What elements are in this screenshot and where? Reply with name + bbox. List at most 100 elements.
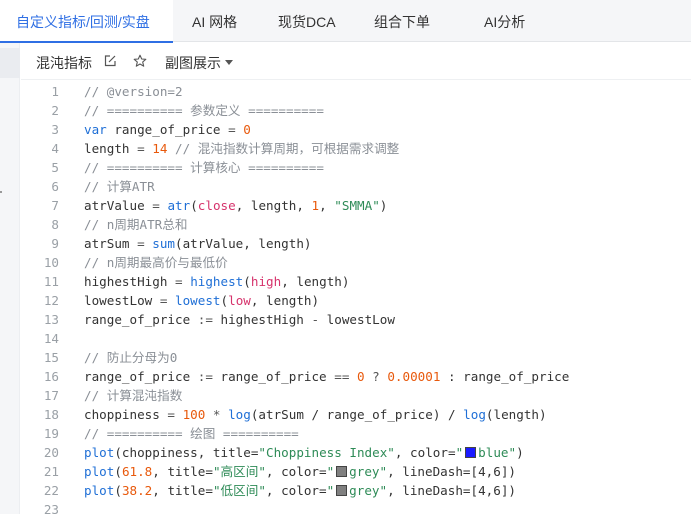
code-text: // n周期最高价与最低价 (84, 253, 228, 272)
code-line[interactable]: 10 // n周期最高价与最低价 (21, 253, 691, 272)
line-number: 12 (43, 293, 59, 308)
line-number: 19 (43, 426, 59, 441)
code-line[interactable]: 16 range_of_price := range_of_price == 0 … (21, 367, 691, 386)
code-token: , lineDash=[4,6]) (387, 464, 516, 479)
code-token: , length, (235, 198, 312, 213)
line-number: 17 (43, 388, 59, 403)
tab-spot-dca[interactable]: 现货DCA (278, 0, 336, 42)
code-line[interactable]: 3 var range_of_price = 0 (21, 120, 691, 139)
code-token: ( (220, 293, 229, 308)
code-text: range_of_price := range_of_price == 0 ? … (84, 367, 569, 386)
code-token: ( (114, 483, 122, 498)
caret-down-icon (225, 60, 233, 65)
code-token: ( (190, 198, 198, 213)
code-token: ) (379, 198, 388, 213)
code-token: (atrSum / range_of_price) / (250, 407, 464, 422)
code-line[interactable]: 1 // @version=2 (21, 82, 691, 101)
code-line[interactable]: 7 atrValue = atr(close, length, 1, "SMMA"… (21, 196, 691, 215)
code-token: close (197, 198, 236, 213)
indicator-title: 混沌指标 (36, 55, 92, 71)
code-line[interactable]: 13 range_of_price := highestHigh - lowest… (21, 310, 691, 329)
code-line[interactable]: 21 plot(61.8, title="高区间", color=" grey", … (21, 462, 691, 481)
code-token: range_of_price (84, 312, 198, 327)
subchart-label: 副图展示 (165, 55, 221, 71)
code-token: "高区间" (212, 464, 266, 479)
tab-bar: 自定义指标/回测/实盘 AI 网格 现货DCA 组合下单 AI分析 (0, 0, 691, 43)
code-text: length = 14 // 混沌指数计算周期，可根据需求调整 (84, 139, 399, 158)
code-text: lowestLow = lowest(low, length) (84, 291, 319, 310)
code-token: lowestLow (319, 312, 395, 327)
tab-ai-grid[interactable]: AI 网格 (192, 0, 237, 42)
tab-combo-order[interactable]: 组合下单 (374, 0, 430, 42)
code-line[interactable]: 2 // ========== 参数定义 ========== (21, 101, 691, 120)
code-line[interactable]: 19 // ========== 绘图 ========== (21, 424, 691, 443)
code-token: , lineDash=[4,6]) (387, 483, 516, 498)
code-line[interactable]: 23 (21, 500, 691, 514)
code-token: , title= (152, 464, 213, 479)
color-swatch-icon[interactable] (336, 485, 348, 496)
code-token: = (228, 122, 236, 137)
code-token: // ========== 计算核心 ========== (84, 160, 324, 175)
code-line[interactable]: 8 // n周期ATR总和 (21, 215, 691, 234)
color-swatch-icon[interactable] (336, 466, 348, 477)
code-token: ) (516, 445, 524, 460)
code-token: highestHigh (84, 274, 175, 289)
code-text: // ========== 参数定义 ========== (84, 101, 324, 120)
code-token: plot (84, 445, 115, 460)
code-line[interactable]: 4 length = 14 // 混沌指数计算周期，可根据需求调整 (21, 139, 691, 158)
code-token: = (152, 198, 160, 213)
edit-icon[interactable] (103, 54, 117, 68)
code-token: // 混沌指数计算周期，可根据需求调整 (167, 141, 400, 156)
code-token: " (455, 445, 464, 460)
code-token: highest (190, 274, 244, 289)
line-number: 4 (51, 141, 59, 156)
code-token: (choppiness, title= (114, 445, 259, 460)
line-number: 16 (43, 369, 59, 384)
code-token: (length) (485, 407, 547, 422)
code-line[interactable]: 18 choppiness = 100 * log(atrSum / range_… (21, 405, 691, 424)
code-token: range_of_price (84, 369, 198, 384)
line-number: 8 (51, 217, 59, 232)
tab-custom-indicator[interactable]: 自定义指标/回测/实盘 (0, 0, 173, 43)
code-line[interactable]: 20 plot(choppiness, title="Choppiness Ind… (21, 443, 691, 462)
line-number: 1 (51, 84, 59, 99)
code-line[interactable]: 22 plot(38.2, title="低区间", color=" grey", … (21, 481, 691, 500)
code-token: grey" (349, 464, 388, 479)
code-token: " (326, 464, 335, 479)
star-icon[interactable] (133, 54, 147, 68)
code-line[interactable]: 11 highestHigh = highest(high, length) (21, 272, 691, 291)
code-token: == (334, 369, 350, 384)
code-line[interactable]: 17 // 计算混沌指数 (21, 386, 691, 405)
code-token: highestHigh (212, 312, 312, 327)
code-token: - (311, 312, 320, 327)
code-line[interactable]: 9 atrSum = sum(atrValue, length) (21, 234, 691, 253)
code-token: : range_of_price (440, 369, 570, 384)
color-swatch-icon[interactable] (465, 447, 477, 458)
left-panel-strip (0, 43, 20, 514)
code-token: // n周期ATR总和 (84, 217, 188, 232)
code-token: length (84, 141, 138, 156)
code-token: , color= (265, 483, 327, 498)
code-token: choppiness (84, 407, 168, 422)
code-token: 14 (152, 141, 168, 156)
code-text: choppiness = 100 * log(atrSum / range_of… (84, 405, 547, 424)
code-token: atrValue (84, 198, 153, 213)
code-line[interactable]: 6 // 计算ATR (21, 177, 691, 196)
line-number: 2 (51, 103, 59, 118)
code-token: lowest (175, 293, 221, 308)
code-line[interactable]: 12 lowestLow = lowest(low, length) (21, 291, 691, 310)
subchart-dropdown[interactable]: 副图展示 (165, 53, 233, 73)
code-token: = (137, 236, 145, 251)
code-line[interactable]: 14 (21, 329, 691, 348)
code-token: , (319, 198, 335, 213)
tab-ai-analysis[interactable]: AI分析 (484, 0, 525, 42)
code-token: (atrValue, length) (175, 236, 312, 251)
code-token: // ========== 参数定义 ========== (84, 103, 324, 118)
code-line[interactable]: 15 // 防止分母为0 (21, 348, 691, 367)
code-token: ? (364, 369, 388, 384)
code-line[interactable]: 5 // ========== 计算核心 ========== (21, 158, 691, 177)
code-editor[interactable]: 1 // @version=2 2 // ========== 参数定义 ======… (21, 81, 691, 514)
line-number: 9 (51, 236, 59, 251)
line-number: 23 (43, 502, 59, 514)
